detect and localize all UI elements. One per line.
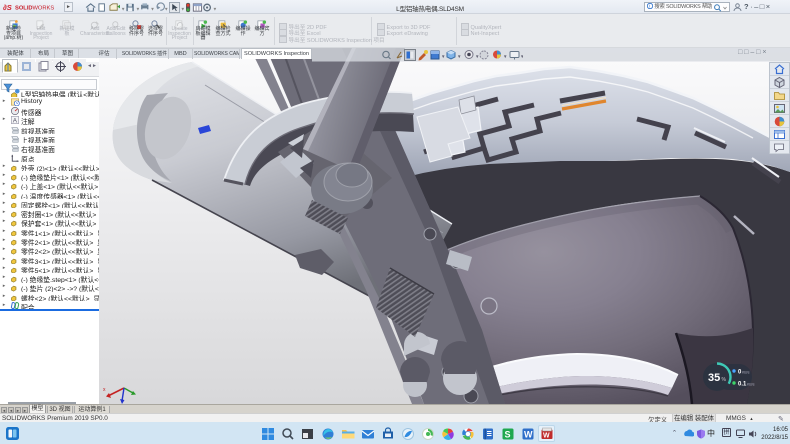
svg-text:i: i	[649, 4, 650, 9]
svg-text:KB/s: KB/s	[742, 371, 750, 375]
svg-text:▼: ▼	[213, 6, 218, 11]
svg-text:0.1: 0.1	[738, 382, 747, 388]
svg-text:W: W	[543, 432, 550, 439]
svg-text:▼: ▼	[520, 54, 523, 59]
svg-text:▼: ▼	[164, 6, 169, 11]
svg-text:WORKS: WORKS	[33, 6, 55, 12]
svg-text:▼: ▼	[150, 6, 155, 11]
svg-text:35: 35	[708, 372, 720, 384]
svg-text:▼: ▼	[503, 54, 507, 59]
svg-text:SOLID: SOLID	[15, 6, 33, 12]
svg-text:W: W	[524, 429, 533, 439]
svg-text:S: S	[505, 429, 511, 439]
svg-text:▼: ▼	[136, 6, 141, 11]
svg-text:▼: ▼	[181, 6, 186, 11]
svg-text:x: x	[103, 387, 106, 393]
svg-text:▼: ▼	[457, 54, 461, 59]
svg-text:▼: ▼	[441, 54, 445, 59]
svg-text:▼: ▼	[121, 6, 126, 11]
svg-text:∂S: ∂S	[3, 3, 12, 12]
svg-text:A: A	[13, 118, 18, 125]
svg-text:%: %	[722, 377, 727, 383]
svg-text:▼: ▼	[475, 54, 479, 59]
svg-text:KB/s: KB/s	[747, 383, 755, 387]
